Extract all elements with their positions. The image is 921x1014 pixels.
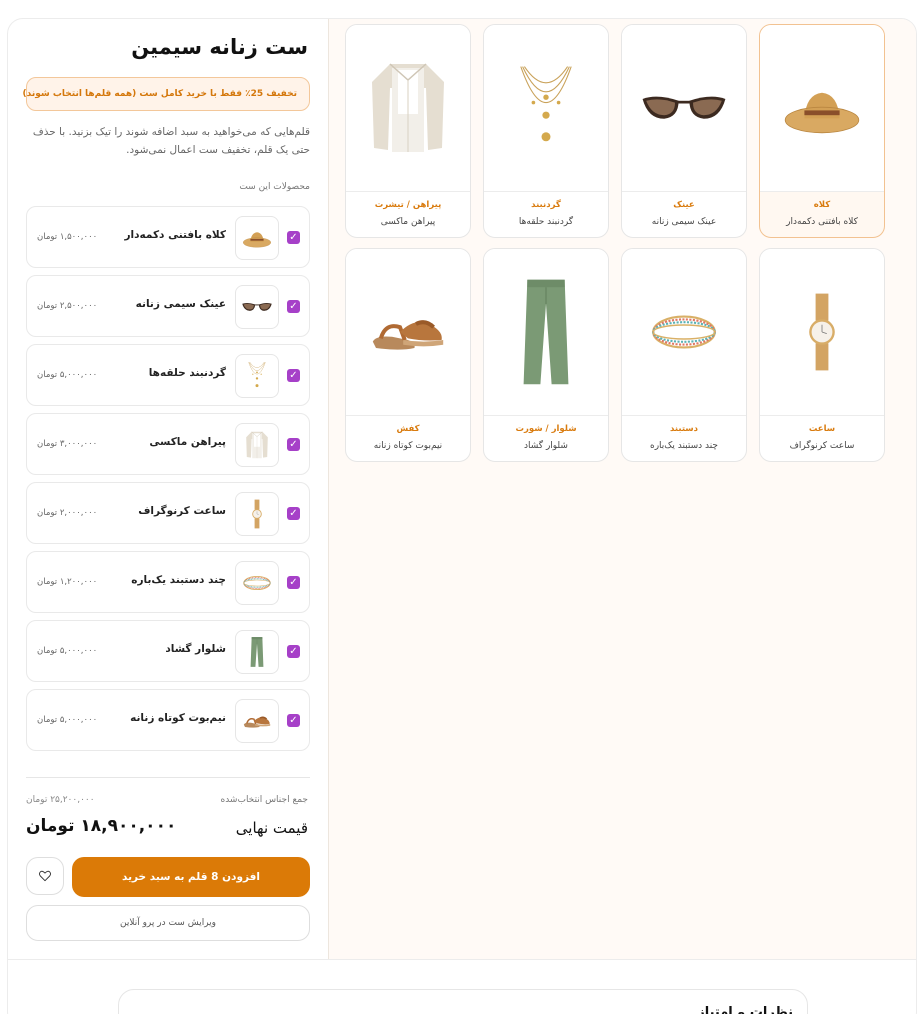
list-item: ✓ چند دستبند یک‌باره ۱,۲۰۰,۰۰۰ تومان [26, 551, 310, 613]
set-description: قلم‌هایی که می‌خواهید به سبد اضافه شوند … [32, 126, 310, 156]
summary-divider [26, 777, 310, 778]
final-price-label: قیمت نهایی [235, 819, 308, 837]
bracelet-icon [242, 574, 272, 592]
item-price: ۳,۰۰۰,۰۰۰ تومان [37, 439, 98, 449]
product-name: کلاه بافتنی دکمه‌دار [786, 217, 858, 227]
heart-icon [38, 869, 52, 883]
set-items-list: ✓ کلاه بافتنی دکمه‌دار ۱,۵۰۰,۰۰۰ تومان ✓… [26, 206, 310, 758]
list-item: ✓ کلاه بافتنی دکمه‌دار ۱,۵۰۰,۰۰۰ تومان [26, 206, 310, 268]
item-name: شلوار گشاد [165, 643, 226, 655]
product-name: پیراهن ماکسی [380, 217, 436, 227]
item-price: ۱,۲۰۰,۰۰۰ تومان [37, 577, 98, 587]
item-thumbnail [235, 699, 279, 743]
products-label: محصولات این ست [239, 182, 310, 192]
shirt-icon [245, 430, 269, 460]
section-divider [8, 959, 916, 960]
product-card-shirt[interactable]: پیراهن / تیشرت پیراهن ماکسی [345, 24, 471, 238]
item-thumbnail [235, 492, 279, 536]
product-card-sandal[interactable]: کفش نیم‌بوت کوتاه زنانه [345, 248, 471, 462]
item-checkbox[interactable]: ✓ [287, 438, 300, 451]
product-name: عینک سیمی زنانه [651, 217, 717, 227]
item-name: کلاه بافتنی دکمه‌دار [124, 229, 226, 241]
list-item: ✓ پیراهن ماکسی ۳,۰۰۰,۰۰۰ تومان [26, 413, 310, 475]
product-category: کفش [396, 424, 420, 434]
product-category: کلاه [813, 200, 831, 210]
product-card-necklace[interactable]: گردنبند گردنبند حلقه‌ها [483, 24, 609, 238]
item-checkbox[interactable]: ✓ [287, 645, 300, 658]
subtotal-label: جمع اجناس انتخاب‌شده [220, 795, 308, 805]
product-card-pants[interactable]: شلوار / شورت شلوار گشاد [483, 248, 609, 462]
item-checkbox[interactable]: ✓ [287, 300, 300, 313]
item-thumbnail [235, 216, 279, 260]
promo-banner: تخفیف 25٪ فقط با خرید کامل ست (همه قلم‌ه… [23, 77, 310, 111]
item-price: ۲,۰۰۰,۰۰۰ تومان [37, 508, 98, 518]
item-name: عینک سیمی زنانه [135, 298, 226, 310]
sunglasses-icon [638, 90, 730, 126]
product-category: عینک [673, 200, 695, 210]
product-card-bracelet[interactable]: دستبند چند دستبند یک‌باره [621, 248, 747, 462]
item-name: پیراهن ماکسی [149, 436, 226, 448]
bracelet-icon [649, 310, 719, 354]
product-category: گردنبند [531, 200, 561, 210]
watch-icon [251, 499, 263, 529]
reviews-card: نظرات و امتیاز [118, 989, 808, 1014]
item-price: ۵,۰۰۰,۰۰۰ تومان [37, 715, 98, 725]
item-checkbox[interactable]: ✓ [287, 576, 300, 589]
product-card-sunglasses[interactable]: عینک عینک سیمی زنانه [621, 24, 747, 238]
pants-icon [518, 272, 574, 392]
hat-icon [782, 80, 862, 136]
column-divider [328, 19, 329, 959]
product-category: شلوار / شورت [515, 424, 577, 434]
item-name: ساعت کرنوگراف [138, 505, 226, 517]
item-checkbox[interactable]: ✓ [287, 369, 300, 382]
sandal-icon [368, 307, 448, 357]
item-price: ۲,۵۰۰,۰۰۰ تومان [37, 301, 98, 311]
page-title: ست زنانه سیمین [131, 35, 308, 59]
product-name: نیم‌بوت کوتاه زنانه [373, 441, 443, 451]
watch-icon [804, 292, 840, 372]
reviews-title: نظرات و امتیاز [697, 1005, 793, 1014]
item-checkbox[interactable]: ✓ [287, 507, 300, 520]
product-name: چند دستبند یک‌باره [649, 441, 718, 451]
list-item: ✓ شلوار گشاد ۵,۰۰۰,۰۰۰ تومان [26, 620, 310, 682]
item-price: ۵,۰۰۰,۰۰۰ تومان [37, 370, 98, 380]
list-item: ✓ عینک سیمی زنانه ۲,۵۰۰,۰۰۰ تومان [26, 275, 310, 337]
product-name: گردنبند حلقه‌ها [518, 217, 574, 227]
add-to-cart-button[interactable]: افزودن 8 قلم به سبد خرید [72, 857, 310, 897]
product-name: شلوار گشاد [524, 441, 568, 451]
list-item: ✓ ساعت کرنوگراف ۲,۰۰۰,۰۰۰ تومان [26, 482, 310, 544]
item-thumbnail [235, 354, 279, 398]
item-thumbnail [235, 285, 279, 329]
list-item: ✓ گردنبند حلقه‌ها ۵,۰۰۰,۰۰۰ تومان [26, 344, 310, 406]
product-card-watch[interactable]: ساعت ساعت کرنوگراف [759, 248, 885, 462]
shirt-icon [368, 58, 448, 158]
product-name: ساعت کرنوگراف [789, 441, 855, 451]
list-item: ✓ نیم‌بوت کوتاه زنانه ۵,۰۰۰,۰۰۰ تومان [26, 689, 310, 751]
item-name: چند دستبند یک‌باره [131, 574, 226, 586]
hat-icon [242, 227, 272, 249]
edit-set-button[interactable]: ویرایش ست در پرو آنلاین [26, 905, 310, 941]
product-category: پیراهن / تیشرت [374, 200, 442, 210]
item-thumbnail [235, 561, 279, 605]
necklace-icon [519, 63, 573, 153]
item-thumbnail [235, 630, 279, 674]
product-category: دستبند [669, 424, 699, 434]
item-checkbox[interactable]: ✓ [287, 714, 300, 727]
wishlist-button[interactable] [26, 857, 64, 895]
item-name: نیم‌بوت کوتاه زنانه [130, 712, 226, 724]
final-price-value: ۱۸,۹۰۰,۰۰۰ تومان [26, 816, 177, 836]
item-price: ۱,۵۰۰,۰۰۰ تومان [37, 232, 98, 242]
item-thumbnail [235, 423, 279, 467]
item-checkbox[interactable]: ✓ [287, 231, 300, 244]
pants-icon [249, 636, 265, 668]
item-name: گردنبند حلقه‌ها [148, 367, 226, 379]
sunglasses-icon [241, 300, 273, 314]
subtotal-value: ۲۵,۲۰۰,۰۰۰ تومان [26, 795, 95, 805]
sandal-icon [242, 712, 272, 730]
product-card-hat[interactable]: کلاه کلاه بافتنی دکمه‌دار [759, 24, 885, 238]
item-price: ۵,۰۰۰,۰۰۰ تومان [37, 646, 98, 656]
product-category: ساعت [808, 424, 836, 434]
necklace-icon [248, 361, 266, 391]
